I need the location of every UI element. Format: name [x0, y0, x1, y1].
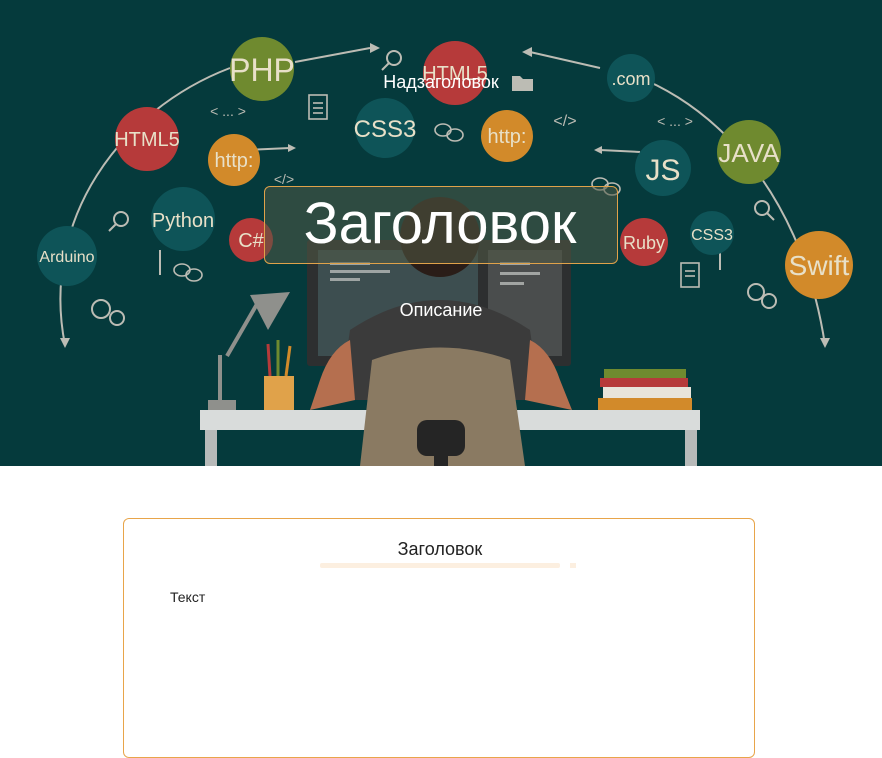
java-badge: JAVA — [717, 120, 781, 184]
arrow-head-left — [60, 338, 70, 348]
card-title: Заголовок — [397, 539, 483, 559]
svg-text:HTML5: HTML5 — [114, 129, 180, 151]
svg-text:JAVA: JAVA — [718, 138, 780, 168]
card-title-underline — [320, 563, 560, 568]
chair — [360, 347, 525, 466]
swift-badge: Swift — [785, 231, 853, 299]
code-tag-2: </> — [274, 171, 294, 187]
card-title-underline-dot — [570, 563, 576, 568]
hero-banner: PHP HTML5 HTML5 CSS3 http: http: Python — [0, 0, 882, 466]
hero-pre-title: Надзаголовок — [383, 72, 499, 92]
arc-top-left — [294, 47, 371, 63]
pencil-cup — [264, 376, 294, 410]
code-tag-4: < ... > — [657, 113, 693, 129]
svg-text:http:: http: — [215, 150, 254, 172]
svg-text:C#: C# — [238, 230, 264, 252]
code-tag-3: </> — [553, 113, 576, 130]
books — [598, 369, 692, 410]
hero-title: Заголовок — [303, 191, 577, 256]
js-badge: JS — [635, 140, 691, 196]
svg-text:Arduino: Arduino — [39, 249, 94, 266]
http-left-badge: http: — [208, 134, 260, 186]
svg-text:CSS3: CSS3 — [354, 116, 417, 143]
svg-text:CSS3: CSS3 — [691, 227, 733, 244]
content-section: Заголовок Текст — [0, 466, 882, 758]
card-text: Текст — [170, 589, 206, 605]
code-tag-1: < ... > — [210, 103, 246, 119]
arduino-badge: Arduino — [37, 226, 97, 286]
content-card: Заголовок Текст — [123, 518, 755, 758]
ruby-badge: Ruby — [620, 218, 668, 266]
html5-left-badge: HTML5 — [114, 107, 180, 171]
svg-text:Swift: Swift — [789, 250, 850, 281]
svg-text:Ruby: Ruby — [623, 233, 665, 253]
css3-center-badge: CSS3 — [354, 98, 417, 158]
arc-top-right — [529, 51, 601, 69]
arrow-head-right — [820, 338, 830, 348]
svg-text:JS: JS — [645, 154, 680, 187]
python-badge: Python — [151, 187, 215, 251]
css3-right-badge: CSS3 — [690, 211, 734, 255]
svg-text:http:: http: — [488, 126, 527, 148]
svg-text:Python: Python — [152, 210, 214, 232]
http-center-badge: http: — [481, 110, 533, 162]
hero-description: Описание — [399, 300, 483, 320]
